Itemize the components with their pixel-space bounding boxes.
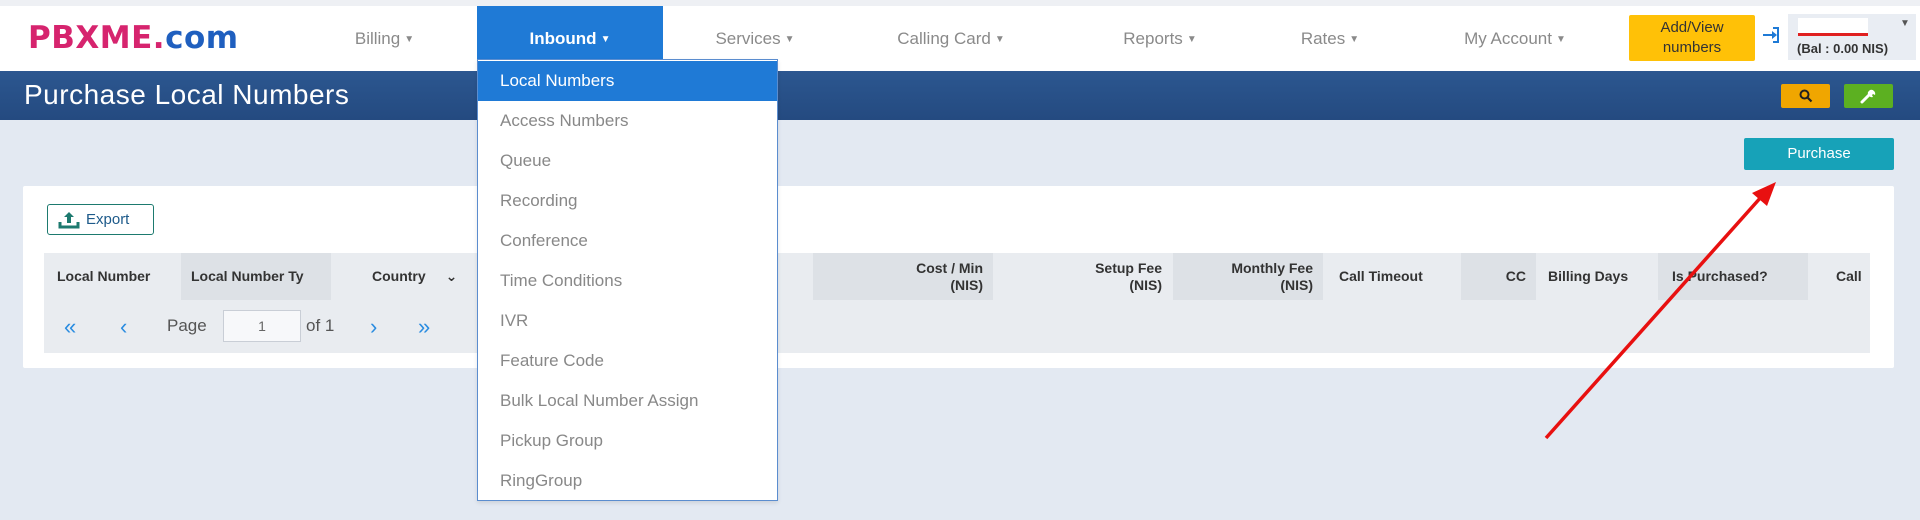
annotation-arrow [1544,182,1776,440]
